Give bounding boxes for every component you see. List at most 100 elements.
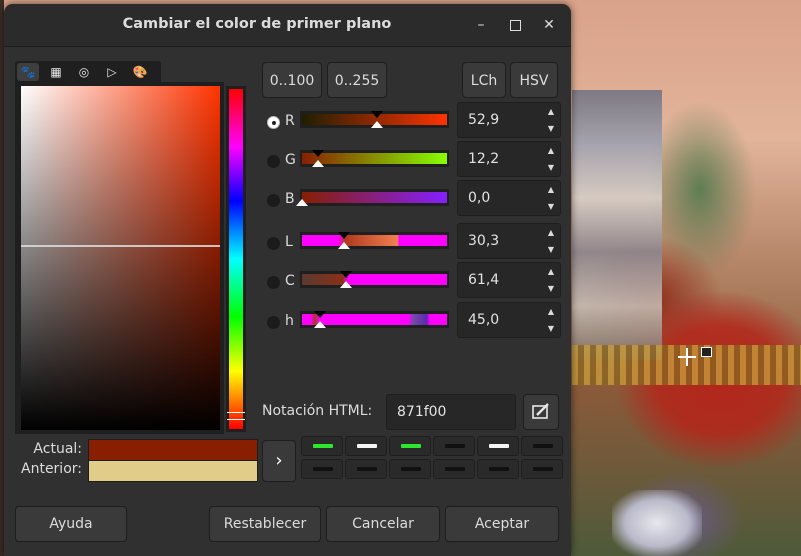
add-to-history-button[interactable]: › [262, 440, 296, 482]
spin-down-icon[interactable]: ▼ [542, 160, 560, 176]
channel-label: R [285, 113, 295, 129]
slider-gradient [302, 235, 447, 246]
history-swatch[interactable] [389, 436, 431, 456]
channel-slider-h[interactable] [300, 311, 449, 328]
spin-down-icon[interactable]: ▼ [542, 281, 560, 297]
channel-value[interactable]: 52,9 [468, 112, 499, 128]
channel-radio-h[interactable] [267, 316, 280, 329]
spin-down-icon[interactable]: ▼ [542, 121, 560, 137]
minimize-button[interactable]: – [471, 15, 491, 35]
channel-radio-l[interactable] [267, 237, 280, 250]
channel-radio-g[interactable] [267, 155, 280, 168]
history-swatch[interactable] [389, 459, 431, 479]
channel-label: L [285, 234, 293, 250]
background-pagoda [572, 90, 662, 360]
slider-marker-top [312, 150, 324, 157]
spin-down-icon[interactable]: ▼ [542, 321, 560, 337]
accept-button[interactable]: Aceptar [445, 506, 559, 542]
channel-slider-g[interactable] [300, 150, 449, 167]
history-color [489, 467, 509, 471]
channel-spin-g[interactable]: 12,2 ▲ ▼ [457, 141, 561, 177]
hue-gradient [229, 89, 243, 429]
html-notation-input[interactable]: 871f00 [386, 394, 516, 430]
channel-value[interactable]: 12,2 [468, 151, 499, 167]
channel-slider-c[interactable] [300, 271, 449, 288]
title-bar[interactable]: Cambiar el color de primer plano – ✕ [4, 4, 571, 47]
slider-marker-top [338, 232, 350, 239]
channel-label: C [285, 273, 295, 289]
spin-up-icon[interactable]: ▲ [542, 264, 560, 280]
channel-radio-b[interactable] [267, 194, 280, 207]
channel-row-h: h 45,0 ▲ ▼ [266, 302, 562, 342]
channel-slider-r[interactable] [300, 111, 449, 128]
slider-marker-bottom [371, 121, 383, 128]
channel-slider-l[interactable] [300, 232, 449, 249]
anterior-label: Anterior: [21, 461, 82, 477]
channel-row-r: R 52,9 ▲ ▼ [266, 102, 562, 142]
spin-down-icon[interactable]: ▼ [542, 242, 560, 258]
history-swatch[interactable] [345, 436, 387, 456]
history-color [401, 444, 421, 448]
channel-label: h [285, 313, 294, 329]
channel-spin-h[interactable]: 45,0 ▲ ▼ [457, 302, 561, 338]
channel-slider-b[interactable] [296, 189, 449, 206]
cmyk-selector-icon[interactable]: ▦ [45, 63, 67, 81]
saturation-value-square[interactable] [21, 86, 220, 430]
slider-marker-bottom [296, 199, 308, 206]
color-picker-button[interactable] [523, 394, 559, 430]
channel-value[interactable]: 30,3 [468, 233, 499, 249]
channel-value[interactable]: 45,0 [468, 312, 499, 328]
channel-spin-c[interactable]: 61,4 ▲ ▼ [457, 262, 561, 298]
maximize-button[interactable] [505, 15, 525, 35]
range-255-button[interactable]: 0..255 [327, 62, 387, 98]
spin-up-icon[interactable]: ▲ [542, 225, 560, 241]
triangle-selector-icon[interactable]: ▷ [101, 63, 123, 81]
spin-up-icon[interactable]: ▲ [542, 182, 560, 198]
range-100-button[interactable]: 0..100 [262, 62, 322, 98]
wheel-selector-icon[interactable]: ◎ [73, 63, 95, 81]
window-title: Cambiar el color de primer plano [122, 16, 392, 32]
history-swatch[interactable] [301, 459, 343, 479]
history-swatch[interactable] [521, 459, 563, 479]
history-color [313, 444, 333, 448]
hue-marker[interactable] [227, 412, 245, 420]
history-swatch[interactable] [477, 459, 519, 479]
spin-down-icon[interactable]: ▼ [542, 199, 560, 215]
history-swatch[interactable] [433, 459, 475, 479]
lch-button[interactable]: LCh [462, 62, 506, 98]
history-swatch[interactable] [521, 436, 563, 456]
reset-button[interactable]: Restablecer [209, 506, 321, 542]
history-color [489, 444, 509, 448]
history-swatch[interactable] [301, 436, 343, 456]
spin-up-icon[interactable]: ▲ [542, 304, 560, 320]
channel-value[interactable]: 0,0 [468, 190, 490, 206]
close-button[interactable]: ✕ [539, 15, 559, 35]
actual-label: Actual: [33, 441, 82, 457]
channel-spin-r[interactable]: 52,9 ▲ ▼ [457, 102, 561, 138]
channel-spin-l[interactable]: 30,3 ▲ ▼ [457, 223, 561, 259]
palette-selector-icon[interactable]: 🎨 [129, 63, 151, 81]
channel-radio-c[interactable] [267, 276, 280, 289]
maximize-icon [509, 20, 521, 31]
crosshair-cursor-icon [678, 348, 696, 366]
cancel-button[interactable]: Cancelar [326, 506, 440, 542]
selector-tabs: 🐾 ▦ ◎ ▷ 🎨 [15, 61, 161, 82]
slider-marker-bottom [340, 281, 352, 288]
channel-value[interactable]: 61,4 [468, 272, 499, 288]
anterior-color-swatch[interactable] [88, 460, 258, 482]
spin-up-icon[interactable]: ▲ [542, 104, 560, 120]
channel-label: B [285, 191, 295, 207]
history-swatch[interactable] [433, 436, 475, 456]
history-swatch[interactable] [477, 436, 519, 456]
channel-label: G [285, 152, 296, 168]
hsv-button[interactable]: HSV [510, 62, 558, 98]
channel-spin-b[interactable]: 0,0 ▲ ▼ [457, 180, 561, 216]
history-color [533, 467, 553, 471]
history-color [533, 444, 553, 448]
channel-radio-r[interactable] [267, 116, 280, 129]
gimp-selector-icon[interactable]: 🐾 [17, 63, 39, 81]
hue-strip[interactable] [226, 86, 246, 432]
history-swatch[interactable] [345, 459, 387, 479]
spin-up-icon[interactable]: ▲ [542, 143, 560, 159]
help-button[interactable]: Ayuda [15, 506, 127, 542]
